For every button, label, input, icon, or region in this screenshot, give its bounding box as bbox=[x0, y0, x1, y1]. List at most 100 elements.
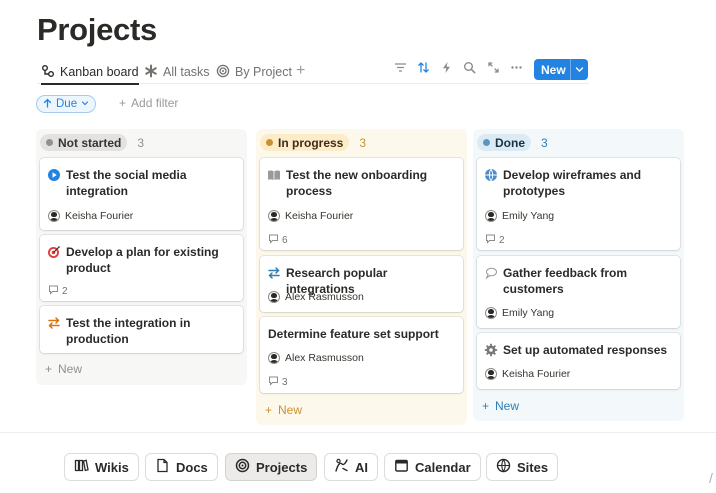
card-title-text: Gather feedback from customers bbox=[503, 266, 628, 296]
nav-docs-button[interactable]: Docs bbox=[145, 453, 218, 481]
nav-label: Calendar bbox=[415, 459, 471, 475]
column-new-button[interactable]: + New bbox=[45, 362, 82, 376]
assignee-name: Alex Rasmusson bbox=[285, 291, 364, 303]
nav-ai-button[interactable]: AI bbox=[324, 453, 378, 481]
comment-icon bbox=[268, 375, 279, 389]
task-card[interactable]: Research popular integrations Alex Rasmu… bbox=[260, 256, 463, 312]
nav-calendar-button[interactable]: Calendar bbox=[384, 453, 481, 481]
column-done: Done 3 Develop wireframes and prototypes… bbox=[473, 129, 684, 421]
search-button[interactable] bbox=[460, 61, 478, 79]
expand-button[interactable] bbox=[484, 61, 502, 79]
avatar bbox=[268, 352, 280, 364]
comment-count: 3 bbox=[268, 375, 288, 389]
plus-icon: + bbox=[45, 362, 53, 376]
search-icon bbox=[463, 61, 476, 79]
avatar bbox=[485, 210, 497, 222]
nav-label: Wikis bbox=[95, 459, 129, 475]
status-badge[interactable]: Not started bbox=[40, 134, 128, 151]
tab-label: By Project bbox=[235, 65, 292, 79]
expand-icon bbox=[487, 61, 500, 79]
filter-button[interactable] bbox=[391, 61, 409, 79]
assignee-name: Keisha Fourier bbox=[65, 210, 134, 222]
target-icon bbox=[235, 458, 250, 476]
book-icon bbox=[267, 168, 281, 182]
nav-wikis-button[interactable]: Wikis bbox=[64, 453, 139, 481]
task-card[interactable]: Test the integration in production bbox=[40, 306, 243, 353]
status-badge[interactable]: Done bbox=[477, 134, 531, 151]
globe-icon bbox=[484, 168, 498, 182]
nav-sites-button[interactable]: Sites bbox=[486, 453, 559, 481]
ai-icon bbox=[334, 458, 349, 476]
nav-projects-button[interactable]: Projects bbox=[225, 453, 318, 481]
avatar bbox=[48, 210, 60, 222]
new-label: New bbox=[278, 403, 303, 417]
nav-label: Docs bbox=[176, 459, 208, 475]
automation-button[interactable] bbox=[437, 61, 455, 79]
card-title: Determine feature set support bbox=[268, 326, 457, 342]
play-circle-icon bbox=[47, 168, 61, 182]
card-title: Test the new onboarding process bbox=[267, 167, 457, 199]
tab-by-project[interactable]: By Project bbox=[216, 61, 292, 83]
assignee: Emily Yang bbox=[485, 210, 554, 222]
arrow-up-icon bbox=[43, 98, 52, 111]
calendar-icon bbox=[394, 458, 409, 476]
comment-count: 6 bbox=[268, 233, 288, 247]
swap-arrows-icon bbox=[47, 316, 61, 330]
plus-icon: + bbox=[119, 96, 127, 110]
assignee-name: Alex Rasmusson bbox=[285, 352, 364, 364]
task-card[interactable]: Test the new onboarding process Keisha F… bbox=[260, 158, 463, 250]
task-card[interactable]: Develop wireframes and prototypes Emily … bbox=[477, 158, 680, 250]
cursor-icon: / bbox=[709, 470, 713, 486]
tab-kanban-board[interactable]: Kanban board bbox=[41, 61, 139, 85]
card-title-text: Test the integration in production bbox=[66, 316, 191, 346]
assignee: Keisha Fourier bbox=[48, 210, 133, 222]
tab-label: All tasks bbox=[163, 65, 210, 79]
task-card[interactable]: Test the social media integration Keisha… bbox=[40, 158, 243, 230]
card-title-text: Test the social media integration bbox=[66, 168, 187, 198]
card-title: Test the integration in production bbox=[47, 315, 237, 347]
chevron-down-icon[interactable] bbox=[571, 65, 588, 74]
column-count: 3 bbox=[541, 135, 548, 150]
column-not-started: Not started 3 Test the social media inte… bbox=[36, 129, 247, 385]
new-label: New bbox=[495, 399, 520, 413]
sort-button[interactable] bbox=[414, 61, 432, 79]
comment-count: 2 bbox=[48, 284, 68, 298]
asterisk-icon bbox=[144, 64, 158, 81]
tab-all-tasks[interactable]: All tasks bbox=[144, 61, 210, 83]
comment-icon bbox=[48, 284, 59, 298]
status-dot bbox=[46, 139, 53, 146]
more-options-button[interactable] bbox=[507, 61, 525, 79]
nav-label: Projects bbox=[256, 459, 308, 475]
speech-bubble-icon bbox=[484, 266, 498, 280]
comment-count: 2 bbox=[485, 233, 505, 247]
chevron-down-icon bbox=[81, 98, 89, 110]
column-new-button[interactable]: + New bbox=[482, 399, 519, 413]
comment-count-text: 3 bbox=[282, 376, 288, 388]
plus-icon: + bbox=[265, 403, 273, 417]
dart-target-icon bbox=[47, 245, 61, 259]
task-card[interactable]: Gather feedback from customers Emily Yan… bbox=[477, 256, 680, 328]
comment-count-text: 6 bbox=[282, 234, 288, 246]
task-card[interactable]: Determine feature set support Alex Rasmu… bbox=[260, 317, 463, 393]
column-count: 3 bbox=[359, 135, 367, 150]
new-button-label: New bbox=[541, 62, 566, 77]
more-icon bbox=[510, 61, 523, 79]
status-badge[interactable]: In progress bbox=[260, 134, 350, 151]
globe-icon bbox=[496, 458, 511, 476]
task-card[interactable]: Set up automated responses Keisha Fourie… bbox=[477, 333, 680, 389]
assignee-name: Keisha Fourier bbox=[285, 210, 354, 222]
new-item-button[interactable]: New bbox=[534, 59, 588, 80]
avatar bbox=[268, 210, 280, 222]
new-label: New bbox=[58, 362, 83, 376]
column-new-button[interactable]: + New bbox=[265, 403, 302, 417]
card-title-text: Determine feature set support bbox=[268, 327, 439, 341]
status-dot bbox=[483, 139, 490, 146]
add-view-button[interactable]: + bbox=[296, 61, 305, 81]
avatar bbox=[485, 307, 497, 319]
due-sort-filter[interactable]: Due bbox=[36, 95, 97, 113]
status-label: Done bbox=[495, 135, 525, 150]
add-filter-button[interactable]: + Add filter bbox=[119, 96, 178, 110]
task-card[interactable]: Develop a plan for existing product 2 bbox=[40, 235, 243, 301]
avatar bbox=[485, 368, 497, 380]
card-title: Develop a plan for existing product bbox=[47, 244, 237, 276]
